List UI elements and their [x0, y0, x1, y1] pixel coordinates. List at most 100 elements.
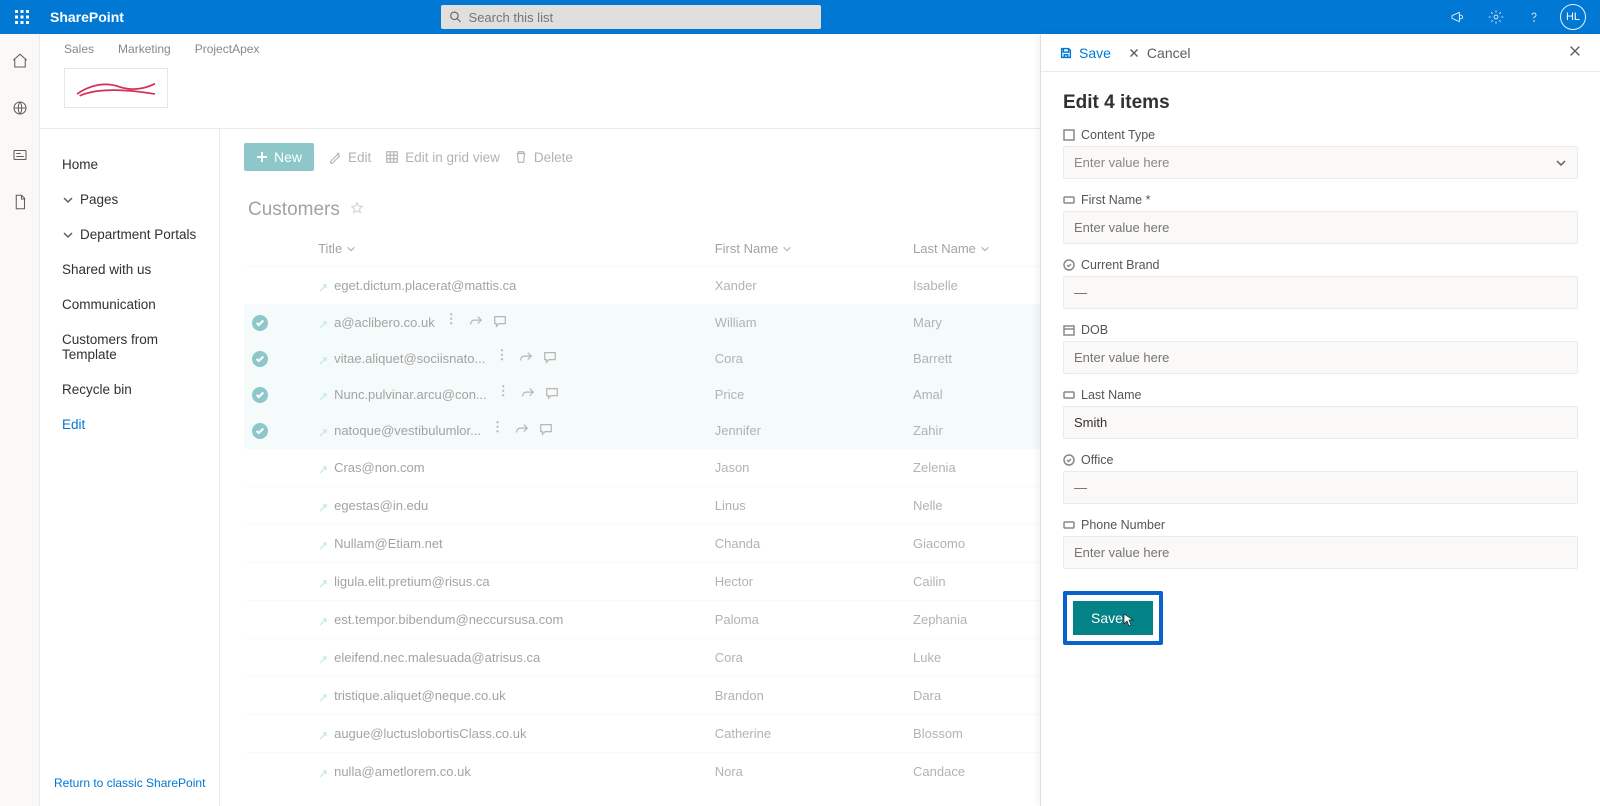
row-title[interactable]: egestas@in.edu — [334, 498, 428, 513]
avatar[interactable]: HL — [1560, 4, 1586, 30]
row-select[interactable] — [252, 458, 268, 474]
row-select[interactable] — [252, 276, 268, 292]
save-highlight: Save — [1063, 591, 1163, 645]
row-first: Brandon — [707, 677, 905, 715]
content-type-select[interactable]: Enter value here — [1063, 146, 1578, 179]
row-select[interactable] — [252, 724, 268, 740]
nav-pages[interactable]: Pages — [52, 182, 207, 217]
home-icon[interactable] — [11, 52, 29, 75]
more-icon[interactable]: ⋮ — [491, 422, 505, 439]
row-title[interactable]: nulla@ametlorem.co.uk — [334, 764, 471, 779]
save-button[interactable]: Save — [1073, 601, 1153, 635]
row-title[interactable]: augue@luctuslobortisClass.co.uk — [334, 726, 526, 741]
nav-home[interactable]: Home — [52, 147, 207, 182]
col-title[interactable]: Title — [318, 241, 356, 256]
link-icon — [318, 615, 328, 625]
app-rail — [0, 34, 40, 806]
breadcrumb-item[interactable]: Marketing — [118, 42, 171, 56]
comment-icon[interactable] — [493, 314, 507, 331]
button-label: Edit in grid view — [405, 150, 500, 165]
news-icon[interactable] — [11, 146, 29, 169]
share-icon[interactable] — [469, 314, 483, 331]
share-icon[interactable] — [521, 386, 535, 403]
phone-input[interactable] — [1063, 536, 1578, 569]
more-icon[interactable]: ⋮ — [497, 386, 511, 403]
row-title[interactable]: eleifend.nec.malesuada@atrisus.ca — [334, 650, 540, 665]
row-select[interactable] — [252, 387, 268, 403]
breadcrumb-item[interactable]: Sales — [64, 42, 94, 56]
edit-button[interactable]: Edit — [328, 150, 371, 165]
row-select[interactable] — [252, 496, 268, 512]
row-title[interactable]: vitae.aliquet@sociisnato... — [334, 351, 485, 366]
delete-button[interactable]: Delete — [514, 150, 573, 165]
file-icon[interactable] — [11, 193, 29, 216]
nav-communication[interactable]: Communication — [52, 287, 207, 322]
last-name-input[interactable] — [1063, 406, 1578, 439]
nav-shared[interactable]: Shared with us — [52, 252, 207, 287]
office-value[interactable]: — — [1063, 471, 1578, 504]
app-launcher-icon[interactable] — [8, 3, 36, 31]
search-input[interactable] — [469, 10, 814, 25]
share-icon[interactable] — [519, 350, 533, 367]
comment-icon[interactable] — [543, 350, 557, 367]
globe-icon[interactable] — [11, 99, 29, 122]
row-select[interactable] — [252, 534, 268, 550]
gear-icon[interactable] — [1484, 5, 1508, 29]
row-select[interactable] — [252, 572, 268, 588]
row-select[interactable] — [252, 351, 268, 367]
edit-grid-button[interactable]: Edit in grid view — [385, 150, 500, 165]
row-title[interactable]: ligula.elit.pretium@risus.ca — [334, 574, 490, 589]
row-title[interactable]: est.tempor.bibendum@neccursusa.com — [334, 612, 563, 627]
col-last-name[interactable]: Last Name — [913, 241, 990, 256]
breadcrumb-item[interactable]: ProjectApex — [195, 42, 260, 56]
brand-label: SharePoint — [50, 9, 124, 25]
comment-icon[interactable] — [539, 422, 553, 439]
nav-label: Communication — [62, 297, 156, 312]
link-icon — [318, 354, 328, 364]
action-label: Save — [1079, 45, 1111, 61]
more-icon[interactable]: ⋮ — [445, 314, 459, 331]
row-title[interactable]: a@aclibero.co.uk — [334, 315, 435, 330]
dob-input[interactable] — [1063, 341, 1578, 374]
row-select[interactable] — [252, 423, 268, 439]
share-icon[interactable] — [515, 422, 529, 439]
more-icon[interactable]: ⋮ — [495, 350, 509, 367]
row-select[interactable] — [252, 686, 268, 702]
favorite-icon[interactable] — [350, 199, 364, 221]
row-title[interactable]: Cras@non.com — [334, 460, 425, 475]
panel-close-icon[interactable] — [1568, 44, 1582, 61]
link-icon — [318, 501, 328, 511]
placeholder-text: Enter value here — [1074, 155, 1169, 170]
search-box[interactable] — [441, 5, 821, 29]
site-logo[interactable] — [64, 68, 168, 108]
chevron-down-icon — [62, 229, 74, 241]
panel-cancel[interactable]: Cancel — [1127, 45, 1191, 61]
row-select[interactable] — [252, 648, 268, 664]
panel-body: Edit 4 items Content Type Enter value he… — [1041, 72, 1600, 659]
nav-customers-from-template[interactable]: Customers from Template — [52, 322, 207, 372]
link-icon — [318, 539, 328, 549]
comment-icon[interactable] — [545, 386, 559, 403]
row-title[interactable]: Nullam@Etiam.net — [334, 536, 443, 551]
row-title[interactable]: natoque@vestibulumlor... — [334, 423, 481, 438]
row-select[interactable] — [252, 610, 268, 626]
col-first-name[interactable]: First Name — [715, 241, 793, 256]
panel-save-top[interactable]: Save — [1059, 45, 1111, 61]
new-button[interactable]: New — [244, 143, 314, 171]
row-select[interactable] — [252, 762, 268, 778]
nav-label: Home — [62, 157, 98, 172]
row-select[interactable] — [252, 315, 268, 331]
nav-recycle-bin[interactable]: Recycle bin — [52, 372, 207, 407]
row-title[interactable]: eget.dictum.placerat@mattis.ca — [334, 278, 516, 293]
field-dob: DOB — [1063, 323, 1578, 374]
row-title[interactable]: Nunc.pulvinar.arcu@con... — [334, 387, 487, 402]
first-name-input[interactable] — [1063, 211, 1578, 244]
nav-edit[interactable]: Edit — [52, 407, 207, 442]
megaphone-icon[interactable] — [1446, 5, 1470, 29]
row-title[interactable]: tristique.aliquet@neque.co.uk — [334, 688, 505, 703]
classic-link[interactable]: Return to classic SharePoint — [54, 776, 205, 790]
help-icon[interactable] — [1522, 5, 1546, 29]
edit-panel: Save Cancel Edit 4 items Content Type En… — [1040, 34, 1600, 806]
current-brand-value[interactable]: — — [1063, 276, 1578, 309]
nav-department-portals[interactable]: Department Portals — [52, 217, 207, 252]
